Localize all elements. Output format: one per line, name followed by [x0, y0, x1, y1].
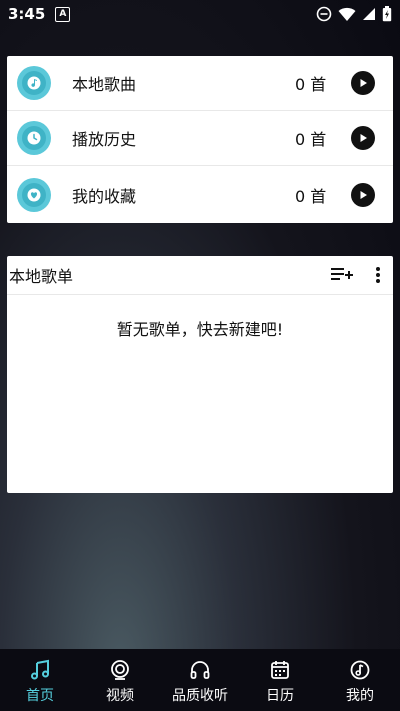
play-button[interactable]: [351, 182, 375, 207]
headphones-icon: [190, 661, 210, 679]
tab-label: 我的: [346, 688, 374, 704]
clock-icon: [17, 121, 51, 155]
video-icon: [111, 660, 129, 680]
list-item-play-history[interactable]: 播放历史 0 首: [7, 111, 393, 166]
library-card: 本地歌曲 0 首 播放历史 0 首 我的收藏 0 首: [7, 56, 393, 223]
empty-playlist-message: 暂无歌单，快去新建吧!: [116, 320, 284, 339]
calendar-icon: [271, 661, 289, 679]
more-options-icon[interactable]: [375, 266, 381, 284]
add-playlist-icon[interactable]: [331, 267, 353, 283]
tab-label: 首页: [26, 688, 54, 704]
list-item-label: 播放历史: [72, 130, 137, 149]
signal-icon: [363, 8, 375, 20]
tab-label: 视频: [106, 688, 134, 704]
playlist-title: 本地歌单: [9, 267, 74, 286]
list-item-count: 0 首: [295, 186, 327, 206]
heart-icon: [17, 177, 51, 212]
tab-calendar[interactable]: 日历: [240, 649, 320, 711]
tab-label: 日历: [266, 688, 294, 704]
play-button[interactable]: [351, 71, 375, 95]
list-item-local-songs[interactable]: 本地歌曲 0 首: [7, 56, 393, 111]
notification-icon: A: [55, 6, 71, 22]
list-item-label: 我的收藏: [72, 186, 137, 206]
status-time: 3:45: [8, 5, 46, 23]
bottom-nav: 首页 视频 品质收听 日历 我的: [0, 649, 400, 711]
tab-quality-listening[interactable]: 品质收听: [160, 649, 240, 711]
list-item-count: 0 首: [295, 130, 327, 149]
tab-video[interactable]: 视频: [80, 649, 160, 711]
status-bar: 3:45 A: [0, 0, 400, 28]
music-note-icon: [17, 66, 51, 100]
tab-label: 品质收听: [172, 688, 228, 704]
playlist-card: 本地歌单 暂无歌单，快去新建吧!: [7, 256, 393, 493]
wifi-icon: [338, 7, 356, 21]
status-icons: [316, 6, 392, 22]
list-item-label: 本地歌曲: [72, 75, 137, 94]
tab-mine[interactable]: 我的: [320, 649, 400, 711]
music-note-icon: [31, 659, 49, 680]
do-not-disturb-icon: [316, 6, 332, 22]
list-item-count: 0 首: [295, 75, 327, 94]
battery-icon: [382, 6, 392, 22]
list-item-favorites[interactable]: 我的收藏 0 首: [7, 166, 393, 223]
playlist-header: 本地歌单: [7, 256, 393, 295]
profile-music-icon: [350, 660, 370, 680]
play-button[interactable]: [351, 126, 375, 150]
tab-home[interactable]: 首页: [0, 649, 80, 711]
